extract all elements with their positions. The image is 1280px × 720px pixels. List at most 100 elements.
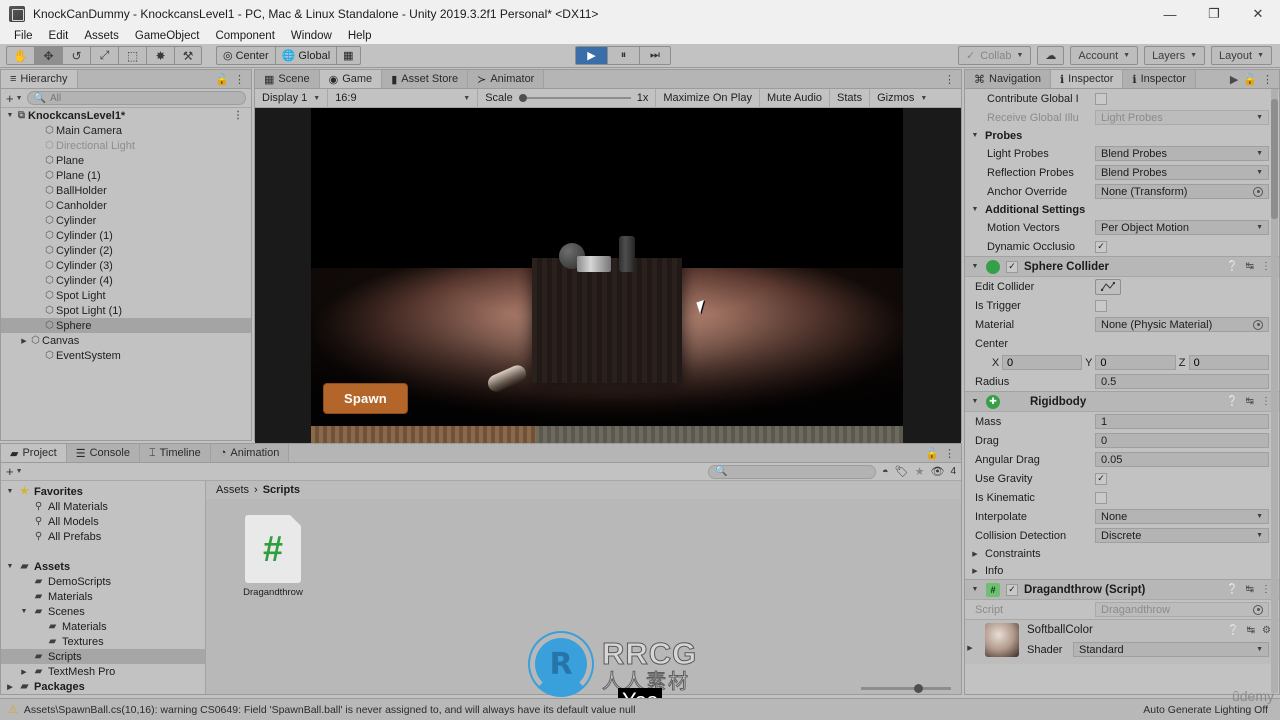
light-probes-dropdown[interactable]: Blend Probes ▼ <box>1095 146 1269 161</box>
center-vector3[interactable]: X 0 Y 0 Z 0 <box>965 353 1279 372</box>
hierarchy-item-cylinder-4[interactable]: ⬡ Cylinder (4) <box>1 273 251 288</box>
hierarchy-item-plane-1[interactable]: ⬡ Plane (1) <box>1 168 251 183</box>
center-y-input[interactable]: 0 <box>1095 355 1176 370</box>
maximize-on-play-toggle[interactable]: Maximize On Play <box>656 88 760 108</box>
asset-item[interactable]: # Dragandthrow <box>236 515 310 598</box>
move-tool-icon[interactable]: ✥ <box>34 46 62 65</box>
use-gravity-row[interactable]: Use Gravity ✓ <box>965 469 1279 488</box>
hierarchy-item-spot-light[interactable]: ⬡ Spot Light <box>1 288 251 303</box>
custom-tool-icon[interactable]: ⚒ <box>174 46 202 65</box>
triangle-right-icon[interactable]: ▶ <box>19 337 29 345</box>
favorites-filter-icon[interactable]: ★ <box>915 465 925 478</box>
help-icon[interactable]: ❔ <box>1226 584 1238 595</box>
sphere-collider-enabled-checkbox[interactable]: ✓ <box>1006 260 1018 273</box>
kebab-menu-icon[interactable]: ⋮ <box>1262 73 1273 86</box>
interpolate-dropdown[interactable]: None ▼ <box>1095 509 1269 524</box>
create-asset-button[interactable]: + ▼ <box>6 464 23 479</box>
kebab-menu-icon[interactable]: ⋮ <box>944 73 955 86</box>
drag-input[interactable]: 0 <box>1095 433 1269 448</box>
tab-inspector-secondary[interactable]: ℹ Inspector <box>1123 70 1196 88</box>
hierarchy-item-plane[interactable]: ⬡ Plane <box>1 153 251 168</box>
collision-detection-dropdown[interactable]: Discrete ▼ <box>1095 528 1269 543</box>
hierarchy-item-sphere[interactable]: ⬡ Sphere <box>1 318 251 333</box>
project-tree-item-all-models[interactable]: ⚲ All Models <box>1 514 205 529</box>
angular-drag-input[interactable]: 0.05 <box>1095 452 1269 467</box>
reflection-probes-row[interactable]: Reflection Probes Blend Probes ▼ <box>965 163 1279 182</box>
lock-icon[interactable]: 🔓 <box>925 447 939 460</box>
project-tree-item-assets[interactable]: ▼ ▰ Assets <box>1 559 205 574</box>
anchor-override-field[interactable]: None (Transform) <box>1095 184 1269 199</box>
tab-animation[interactable]: ◔ Animation <box>210 444 290 462</box>
hierarchy-item-cylinder-3[interactable]: ⬡ Cylinder (3) <box>1 258 251 273</box>
project-tree-item-textures[interactable]: ▰ Textures <box>1 634 205 649</box>
layout-dropdown[interactable]: Layout ▼ <box>1211 46 1272 65</box>
hierarchy-item-cylinder-2[interactable]: ⬡ Cylinder (2) <box>1 243 251 258</box>
kebab-menu-icon[interactable]: ⋮ <box>233 110 243 121</box>
script-enabled-checkbox[interactable]: ✓ <box>1006 583 1018 596</box>
kebab-menu-icon[interactable]: ⋮ <box>1261 584 1271 595</box>
project-tree-item-scenes[interactable]: ▼ ▰ Scenes <box>1 604 205 619</box>
help-icon[interactable]: ❔ <box>1227 625 1239 636</box>
triangle-down-icon[interactable]: ▼ <box>5 112 15 119</box>
use-gravity-checkbox[interactable]: ✓ <box>1095 472 1107 485</box>
material-thumbnail[interactable] <box>985 623 1019 657</box>
hierarchy-item-cylinder[interactable]: ⬡ Cylinder <box>1 213 251 228</box>
triangle-right-icon[interactable]: ▶ <box>19 668 29 676</box>
triangle-down-icon[interactable]: ▼ <box>19 608 29 615</box>
kebab-menu-icon[interactable]: ⋮ <box>944 447 955 460</box>
menu-gameobject[interactable]: GameObject <box>127 28 208 44</box>
contribute-global-illumination-row[interactable]: Contribute Global I <box>965 89 1279 108</box>
dragandthrow-script-header[interactable]: ▼ # ✓ Dragandthrow (Script) ❔ ↹ ⋮ <box>965 579 1279 600</box>
constraints-foldout[interactable]: ▶ Constraints <box>965 545 1279 562</box>
game-viewport[interactable]: Spawn <box>255 108 961 460</box>
is-trigger-checkbox[interactable] <box>1095 299 1107 312</box>
menu-file[interactable]: File <box>6 28 41 44</box>
tab-asset-store[interactable]: ▮ Asset Store <box>382 70 469 88</box>
menu-edit[interactable]: Edit <box>41 28 77 44</box>
triangle-right-icon[interactable]: ▶ <box>5 683 15 691</box>
object-picker-icon[interactable] <box>1253 604 1263 615</box>
edit-collider-row[interactable]: Edit Collider <box>965 277 1279 296</box>
receive-global-illumination-row[interactable]: Receive Global Illu Light Probes ▼ <box>965 108 1279 127</box>
preset-icon[interactable]: ↹ <box>1246 584 1254 595</box>
collision-detection-row[interactable]: Collision Detection Discrete ▼ <box>965 526 1279 545</box>
collab-button[interactable]: ✓ Collab ▼ <box>958 46 1032 65</box>
project-tree-item-materials[interactable]: ▰ Materials <box>1 619 205 634</box>
radius-input[interactable]: 0.5 <box>1095 374 1269 389</box>
kebab-menu-icon[interactable]: ⋮ <box>1261 396 1271 407</box>
light-probes-row[interactable]: Light Probes Blend Probes ▼ <box>965 144 1279 163</box>
cloud-button[interactable]: ☁ <box>1037 46 1065 65</box>
hierarchy-item-cylinder-1[interactable]: ⬡ Cylinder (1) <box>1 228 251 243</box>
stats-toggle[interactable]: Stats <box>830 88 871 108</box>
edit-collider-button[interactable] <box>1095 278 1121 295</box>
info-foldout[interactable]: ▶ Info <box>965 562 1279 579</box>
project-tree-item-textmesh-pro[interactable]: ▶ ▰ TextMesh Pro <box>1 664 205 679</box>
project-tree-item-materials[interactable]: ▰ Materials <box>1 589 205 604</box>
scale-tool-icon[interactable]: ⤢ <box>90 46 118 65</box>
tab-game[interactable]: ◉ Game <box>319 70 383 88</box>
mass-row[interactable]: Mass 1 <box>965 412 1279 431</box>
tab-timeline[interactable]: ⌶ Timeline <box>139 444 211 462</box>
project-tree-item-demoscripts[interactable]: ▰ DemoScripts <box>1 574 205 589</box>
status-bar[interactable]: ⚠ Assets\SpawnBall.cs(10,16): warning CS… <box>0 698 1280 720</box>
contribute-global-checkbox[interactable] <box>1095 92 1107 105</box>
dynamic-occlusion-checkbox[interactable]: ✓ <box>1095 240 1107 253</box>
is-kinematic-row[interactable]: Is Kinematic <box>965 488 1279 507</box>
center-x-input[interactable]: 0 <box>1002 355 1083 370</box>
probes-section-header[interactable]: ▼ Probes <box>965 127 1279 144</box>
hand-tool-icon[interactable]: ✋ <box>6 46 34 65</box>
hierarchy-item-eventsystem[interactable]: ⬡ EventSystem <box>1 348 251 363</box>
tab-inspector-primary[interactable]: ℹ Inspector <box>1050 70 1124 88</box>
menu-component[interactable]: Component <box>207 28 282 44</box>
lock-icon[interactable]: 🔓 <box>215 73 229 86</box>
mute-audio-toggle[interactable]: Mute Audio <box>760 88 831 108</box>
spawn-button[interactable]: Spawn <box>323 383 408 414</box>
scale-slider-knob[interactable] <box>518 94 527 102</box>
project-folder-tree[interactable]: ▼ ★ Favorites ⚲ All Materials ⚲ All Models ⚲ All… <box>1 481 206 694</box>
radius-row[interactable]: Radius 0.5 <box>965 372 1279 391</box>
project-tree-item-packages[interactable]: ▶ ▰ Packages <box>1 679 205 694</box>
motion-vectors-row[interactable]: Motion Vectors Per Object Motion ▼ <box>965 218 1279 237</box>
triangle-down-icon[interactable]: ▼ <box>5 563 15 570</box>
menu-assets[interactable]: Assets <box>76 28 127 44</box>
project-search-input[interactable]: 🔍 <box>708 464 876 479</box>
